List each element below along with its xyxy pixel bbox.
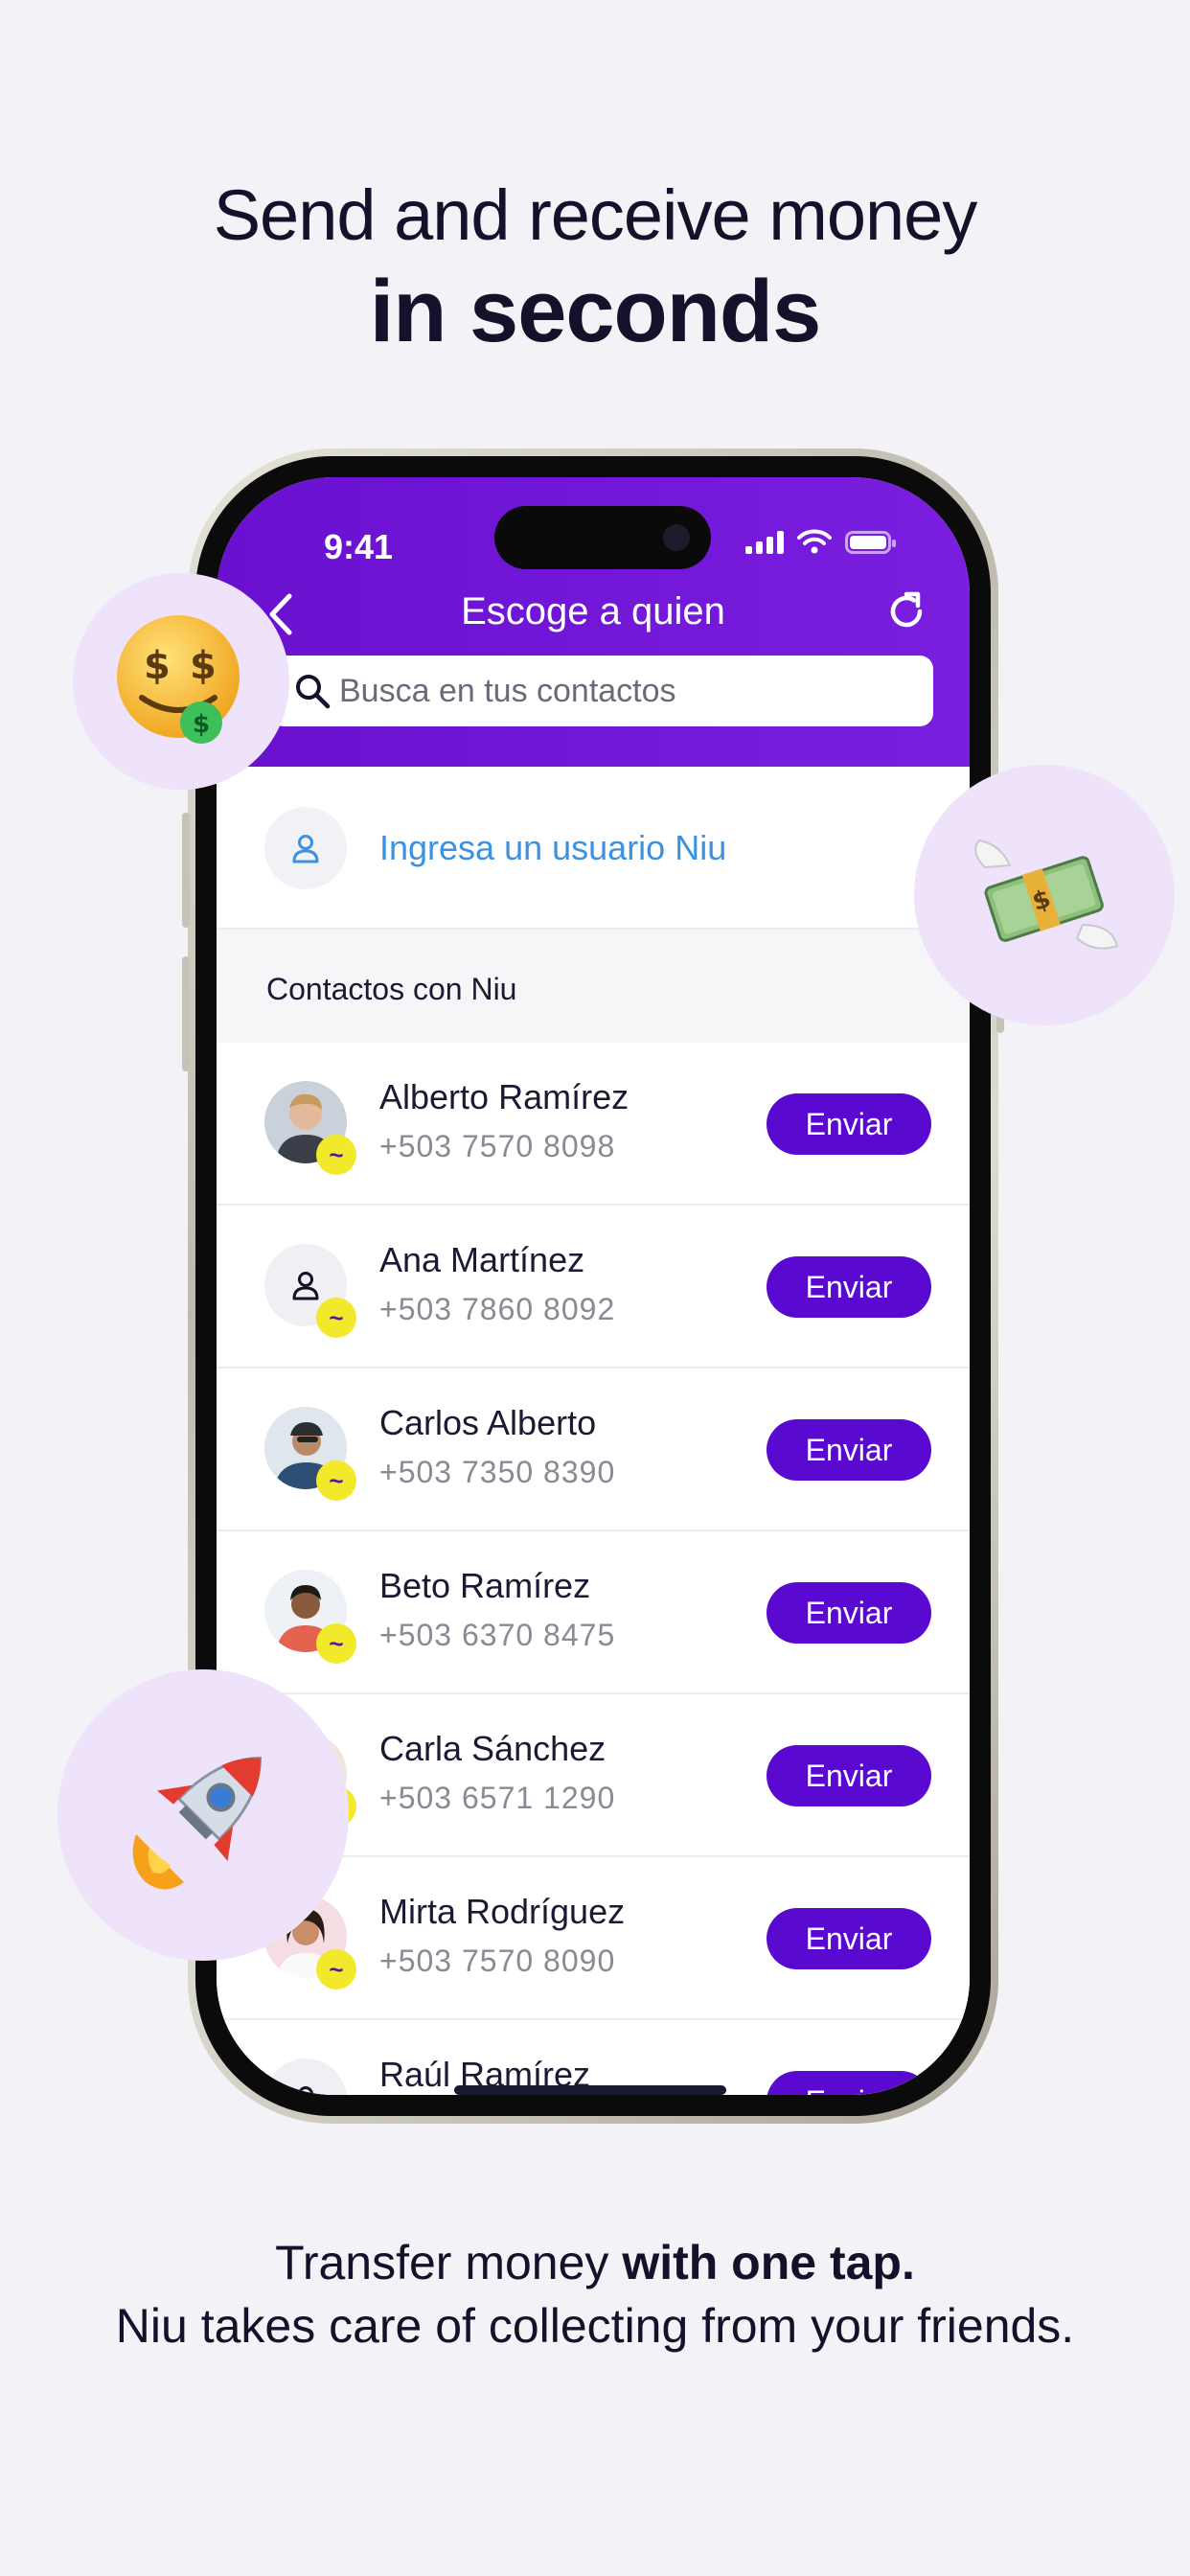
rocket-icon: [132, 1757, 262, 1890]
contact-phone: +503 7860 8092: [379, 1292, 616, 1326]
svg-text:$: $: [144, 644, 171, 688]
money-with-wings-icon: $: [974, 839, 1119, 950]
contact-row[interactable]: ~ Beto Ramírez +503 6370 8475 Enviar: [217, 1531, 970, 1694]
contact-avatar: ~: [264, 1081, 356, 1175]
svg-text:$: $: [190, 644, 217, 688]
send-button[interactable]: Enviar: [767, 1745, 931, 1806]
headline-line1: Send and receive money: [213, 175, 978, 255]
contact-name: Mirta Rodríguez: [379, 1892, 626, 1931]
send-button[interactable]: Enviar: [767, 1908, 931, 1969]
section-header: Contactos con Niu: [217, 930, 970, 1043]
search-icon: [296, 675, 331, 709]
caption-line1: Transfer money with one tap.: [275, 2236, 915, 2289]
front-camera: [663, 524, 690, 551]
headline-line2: in seconds: [369, 263, 822, 360]
user-icon-circle: [264, 807, 347, 889]
contact-row[interactable]: Raúl Ramírez Enviar: [217, 2020, 970, 2095]
contact-name: Alberto Ramírez: [379, 1077, 629, 1116]
status-icons: [745, 529, 896, 554]
search-input[interactable]: [339, 672, 876, 710]
section-title: Contactos con Niu: [266, 972, 517, 1006]
battery-icon: [845, 531, 896, 554]
send-button[interactable]: Enviar: [767, 1093, 931, 1155]
svg-text:$: $: [193, 710, 210, 739]
contact-avatar: ~: [264, 1570, 356, 1664]
niu-badge-icon: ~: [316, 1135, 356, 1175]
contact-phone: +503 7350 8390: [379, 1455, 616, 1489]
money-mouth-face-icon: $ $ $: [117, 615, 240, 744]
send-button[interactable]: Enviar: [767, 1256, 931, 1318]
contact-row[interactable]: ~ Ana Martínez +503 7860 8092 Enviar: [217, 1206, 970, 1368]
send-button[interactable]: Enviar: [767, 1419, 931, 1481]
phone-volume-down-button: [182, 956, 190, 1071]
app-header: 9:41 Escoge a quien: [217, 477, 970, 767]
enter-niu-user-label: Ingresa un usuario Niu: [379, 828, 727, 867]
phone-volume-up-button: [182, 813, 190, 928]
contact-name: Beto Ramírez: [379, 1566, 591, 1605]
niu-badge-icon: ~: [316, 1460, 356, 1501]
search-bar[interactable]: [270, 656, 933, 726]
screen-title: Escoge a quien: [461, 590, 725, 632]
contact-avatar: ~: [264, 1407, 356, 1501]
caption-bold: with one tap.: [622, 2236, 915, 2289]
contact-name: Ana Martínez: [379, 1240, 585, 1279]
enter-niu-user-row[interactable]: Ingresa un usuario Niu: [217, 767, 970, 930]
person-icon: [292, 1272, 319, 1300]
niu-badge-icon: ~: [316, 1298, 356, 1338]
contact-avatar: ~: [264, 1244, 356, 1338]
send-button[interactable]: Enviar: [767, 2071, 931, 2095]
niu-badge-icon: ~: [316, 1949, 356, 1990]
avatar-placeholder: [264, 2058, 347, 2095]
contact-row[interactable]: ~ Carlos Alberto +503 7350 8390 Enviar: [217, 1368, 970, 1531]
contact-name: Carla Sánchez: [379, 1729, 606, 1768]
wifi-icon: [797, 529, 832, 554]
contact-avatar: [264, 2058, 347, 2095]
dynamic-island: [494, 506, 711, 569]
home-indicator: [454, 2085, 726, 2095]
contact-name: Carlos Alberto: [379, 1403, 597, 1442]
money-with-wings-emoji-bubble: $: [914, 765, 1175, 1025]
contact-row[interactable]: ~ Alberto Ramírez +503 7570 8098 Enviar: [217, 1043, 970, 1206]
niu-badge-icon: ~: [316, 1623, 356, 1664]
bottom-caption: Transfer money with one tap. Niu takes c…: [0, 2231, 1190, 2358]
contact-phone: +503 6370 8475: [379, 1618, 616, 1652]
money-mouth-face-emoji-bubble: $ $ $: [73, 573, 289, 790]
send-button[interactable]: Enviar: [767, 1582, 931, 1644]
contact-phone: +503 6571 1290: [379, 1781, 616, 1815]
refresh-icon[interactable]: [883, 588, 929, 634]
headline: Send and receive money in seconds: [0, 172, 1190, 364]
person-icon: [292, 835, 319, 863]
contact-phone: +503 7570 8098: [379, 1129, 616, 1163]
person-icon: [298, 2086, 313, 2095]
contact-phone: +503 7570 8090: [379, 1944, 616, 1978]
signal-icon: [745, 531, 784, 554]
caption-line2: Niu takes care of collecting from your f…: [115, 2299, 1075, 2353]
rocket-emoji-bubble: [57, 1669, 349, 1961]
status-time: 9:41: [324, 527, 394, 566]
